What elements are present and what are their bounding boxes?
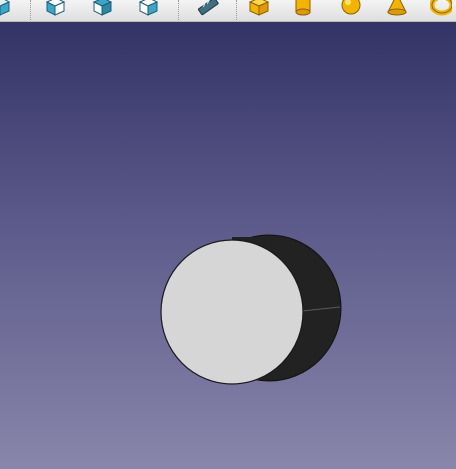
viewport-scene bbox=[160, 234, 342, 385]
view-top-icon[interactable] bbox=[91, 0, 113, 16]
cone-icon[interactable] bbox=[386, 0, 408, 16]
box-icon[interactable] bbox=[248, 0, 270, 16]
toolbar-separator bbox=[30, 0, 31, 20]
view-left-icon[interactable] bbox=[0, 0, 12, 16]
3d-viewport[interactable] bbox=[0, 22, 456, 469]
view-front-icon[interactable] bbox=[44, 0, 66, 16]
toolbar bbox=[0, 0, 456, 22]
cylinder-object[interactable] bbox=[160, 234, 342, 385]
cylinder-front-face bbox=[160, 239, 304, 385]
view-right-icon[interactable] bbox=[137, 0, 159, 16]
sphere-icon[interactable] bbox=[340, 0, 362, 16]
torus-icon[interactable] bbox=[430, 0, 452, 16]
freecad-window bbox=[0, 0, 456, 469]
measure-icon[interactable] bbox=[197, 0, 219, 16]
toolbar-separator bbox=[178, 0, 179, 20]
toolbar-separator bbox=[236, 0, 237, 20]
cylinder-icon[interactable] bbox=[292, 0, 314, 16]
